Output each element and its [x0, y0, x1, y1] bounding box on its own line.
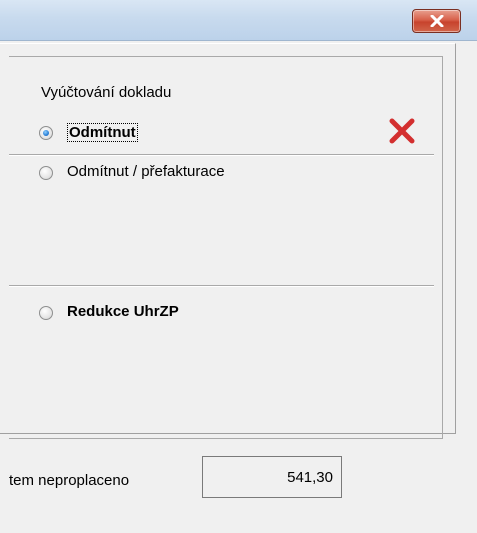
total-unpaid-label: tem neproplaceno — [9, 472, 130, 489]
radio-odmitnut-prefakturace[interactable] — [39, 166, 53, 180]
separator-middle — [9, 285, 434, 287]
total-unpaid-value: 541,30 — [287, 468, 333, 486]
billing-groupbox — [9, 56, 443, 439]
separator-top — [9, 154, 434, 156]
radio-label-redukce-uhrzp[interactable]: Redukce UhrZP — [67, 303, 179, 320]
radio-odmitnut[interactable] — [39, 126, 53, 140]
close-button[interactable] — [412, 9, 461, 33]
title-bar — [0, 0, 477, 41]
focus-indicator: Odmítnut — [67, 123, 138, 142]
radio-label-odmitnut-prefakturace[interactable]: Odmítnut / přefakturace — [67, 163, 225, 180]
total-unpaid-field: 541,30 — [202, 456, 342, 498]
groupbox-title: Vyúčtování dokladu — [37, 84, 176, 101]
radio-redukce-uhrzp[interactable] — [39, 306, 53, 320]
red-x-icon — [389, 118, 415, 144]
radio-label-odmitnut[interactable]: Odmítnut — [67, 123, 138, 142]
close-icon — [430, 15, 443, 27]
